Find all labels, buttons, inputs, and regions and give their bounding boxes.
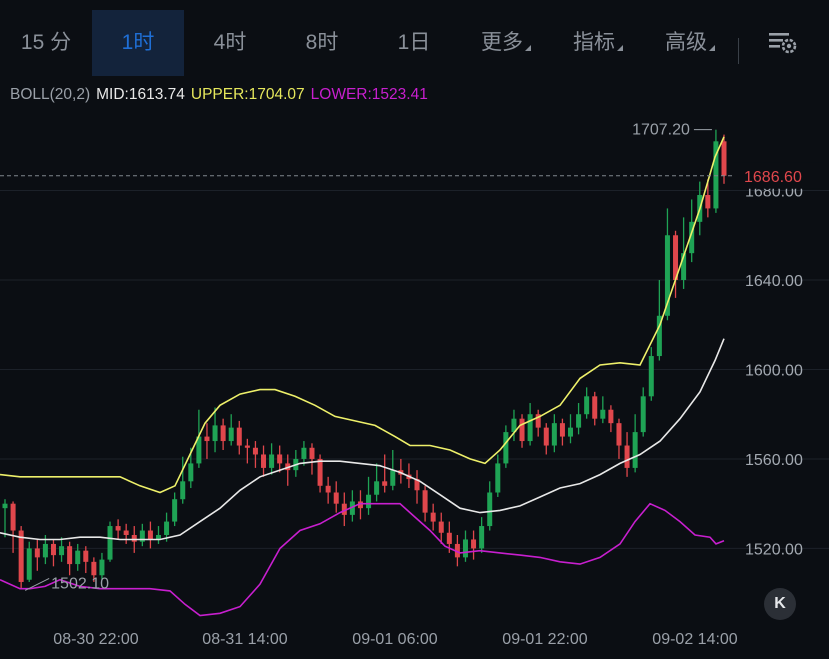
x-tick-label: 09-01 06:00 [352, 631, 438, 648]
candle-body [147, 530, 153, 540]
candle-body [438, 521, 444, 533]
candle-body [479, 526, 485, 549]
high-price-label: 1707.20 [632, 122, 690, 139]
candle-body [382, 481, 388, 486]
candlestick-chart[interactable]: 1520.001560.001600.001640.001680.0008-30… [0, 0, 829, 659]
candle-body [325, 485, 331, 493]
candle-body [705, 195, 711, 209]
candle-body [26, 548, 32, 580]
candle-body [244, 445, 250, 448]
y-tick-label: 1560.00 [745, 452, 803, 469]
candle-body [543, 427, 549, 446]
candle-body [648, 356, 654, 397]
candle-body [164, 521, 170, 535]
candle-body [252, 447, 258, 455]
candle-body [301, 447, 307, 459]
candle-body [115, 526, 121, 531]
candle-body [721, 141, 727, 176]
candle-body [261, 454, 267, 468]
candle-body [422, 490, 428, 513]
candle-body [519, 418, 525, 442]
candle-body [172, 499, 178, 522]
candle-body [527, 414, 533, 442]
candle-body [390, 470, 396, 486]
candle-body [123, 530, 129, 535]
candle-body [551, 423, 557, 446]
candle-body [83, 550, 89, 562]
y-tick-label: 1520.00 [745, 541, 803, 558]
current-price-label: 1686.60 [744, 169, 802, 186]
candle-body [204, 436, 210, 442]
candle-body [91, 561, 97, 576]
scroll-to-latest-button[interactable]: K [764, 588, 796, 620]
candle-body [600, 409, 606, 419]
candle-body [624, 445, 630, 468]
candle-body [446, 532, 452, 544]
low-price-label: 1502.10 [51, 575, 109, 592]
candle-body [430, 512, 436, 522]
candle-body [236, 427, 242, 446]
candle-body [608, 409, 614, 424]
candle-body [75, 550, 81, 565]
candle-body [2, 503, 8, 509]
candle-body [220, 425, 226, 442]
candle-body [67, 546, 73, 565]
x-tick-label: 09-02 14:00 [652, 631, 738, 648]
candle-body [107, 526, 113, 560]
candle-body [34, 548, 40, 558]
candle-body [42, 543, 48, 558]
candle-body [503, 432, 509, 464]
candle-body [59, 546, 65, 556]
candle-body [10, 503, 16, 531]
candle-body [50, 543, 56, 556]
x-tick-label: 08-30 22:00 [53, 631, 139, 648]
candle-body [99, 559, 105, 576]
candle-body [568, 427, 574, 437]
candle-body [487, 492, 493, 527]
y-tick-label: 1640.00 [745, 273, 803, 290]
candle-body [592, 396, 598, 419]
candle-body [576, 414, 582, 428]
candle-body [462, 539, 468, 558]
candle-body [632, 432, 638, 468]
candle-body [584, 396, 590, 415]
candle-body [640, 396, 646, 433]
candle-body [228, 427, 234, 442]
boll-mid-line [0, 338, 725, 541]
candle-body [374, 481, 380, 495]
x-tick-label: 08-31 14:00 [202, 631, 288, 648]
x-tick-label: 09-01 22:00 [502, 631, 588, 648]
candle-body [317, 458, 323, 486]
scroll-to-latest-icon: K [774, 595, 786, 612]
candle-body [131, 535, 137, 542]
candle-body [309, 447, 315, 459]
candle-body [366, 494, 372, 509]
candle-body [188, 463, 194, 482]
candle-body [180, 481, 186, 500]
candle-body [471, 539, 477, 549]
candle-body [616, 423, 622, 446]
candle-body [333, 492, 339, 504]
candle-body [212, 425, 218, 442]
candle-body [277, 454, 283, 464]
candle-body [559, 423, 565, 437]
y-tick-label: 1600.00 [745, 362, 803, 379]
candle-body [269, 454, 275, 468]
candle-body [495, 463, 501, 493]
